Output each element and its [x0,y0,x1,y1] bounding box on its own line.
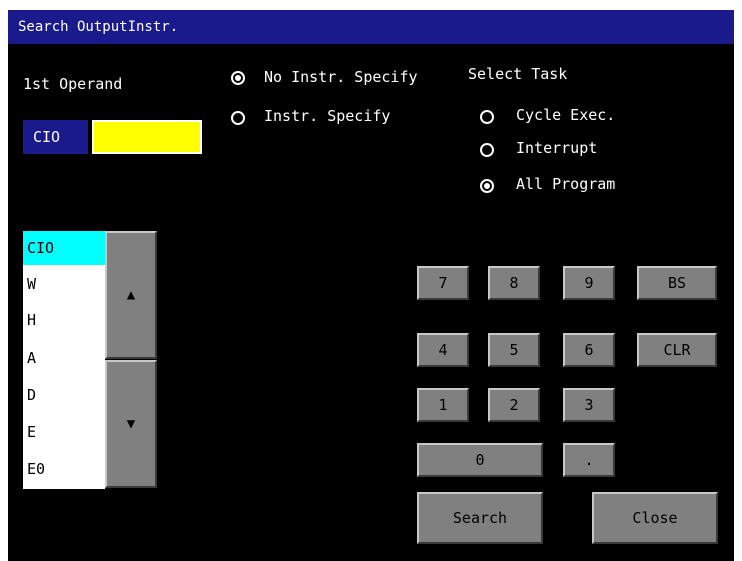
list-item-h[interactable]: H [23,303,105,337]
key-3[interactable]: 3 [563,388,615,422]
list-item-d[interactable]: D [23,378,105,412]
key-0[interactable]: 0 [417,443,543,477]
key-4[interactable]: 4 [417,333,469,367]
close-button[interactable]: Close [592,492,718,544]
key-7[interactable]: 7 [417,266,469,300]
area-list: CIO W H A D E E0 [23,231,105,489]
scroll-up-button[interactable]: ▲ [105,231,157,359]
list-item-e0[interactable]: E0 [23,452,105,486]
radio-label: No Instr. Specify [264,68,418,86]
key-1[interactable]: 1 [417,388,469,422]
radio-unselected-icon [480,143,494,157]
list-item-a[interactable]: A [23,341,105,375]
radio-selected-icon [231,71,245,85]
radio-label: All Program [516,175,616,193]
radio-label: Cycle Exec. [516,106,616,124]
radio-unselected-icon [480,110,494,124]
operand-area-label: CIO [23,120,88,154]
radio-selected-icon [480,179,494,193]
key-6[interactable]: 6 [563,333,615,367]
search-output-instr-dialog: Search OutputInstr. 1st Operand CIO No I… [8,10,734,561]
clear-button[interactable]: CLR [637,333,717,367]
key-9[interactable]: 9 [563,266,615,300]
key-dot[interactable]: . [563,443,615,477]
search-button[interactable]: Search [417,492,543,544]
triangle-down-icon: ▼ [126,416,136,432]
key-5[interactable]: 5 [488,333,540,367]
list-item-e[interactable]: E [23,415,105,449]
scroll-down-button[interactable]: ▼ [105,360,157,488]
radio-label: Instr. Specify [264,107,391,125]
radio-label: Interrupt [516,139,598,157]
operand-label: 1st Operand [23,75,123,93]
key-2[interactable]: 2 [488,388,540,422]
triangle-up-icon: ▲ [126,287,136,303]
radio-unselected-icon [231,111,245,125]
select-task-label: Select Task [468,65,568,83]
list-item-w[interactable]: W [23,267,105,301]
key-8[interactable]: 8 [488,266,540,300]
operand-address-input[interactable] [92,120,202,154]
list-item-cio[interactable]: CIO [23,231,105,265]
backspace-button[interactable]: BS [637,266,717,300]
window-title: Search OutputInstr. [8,10,734,44]
